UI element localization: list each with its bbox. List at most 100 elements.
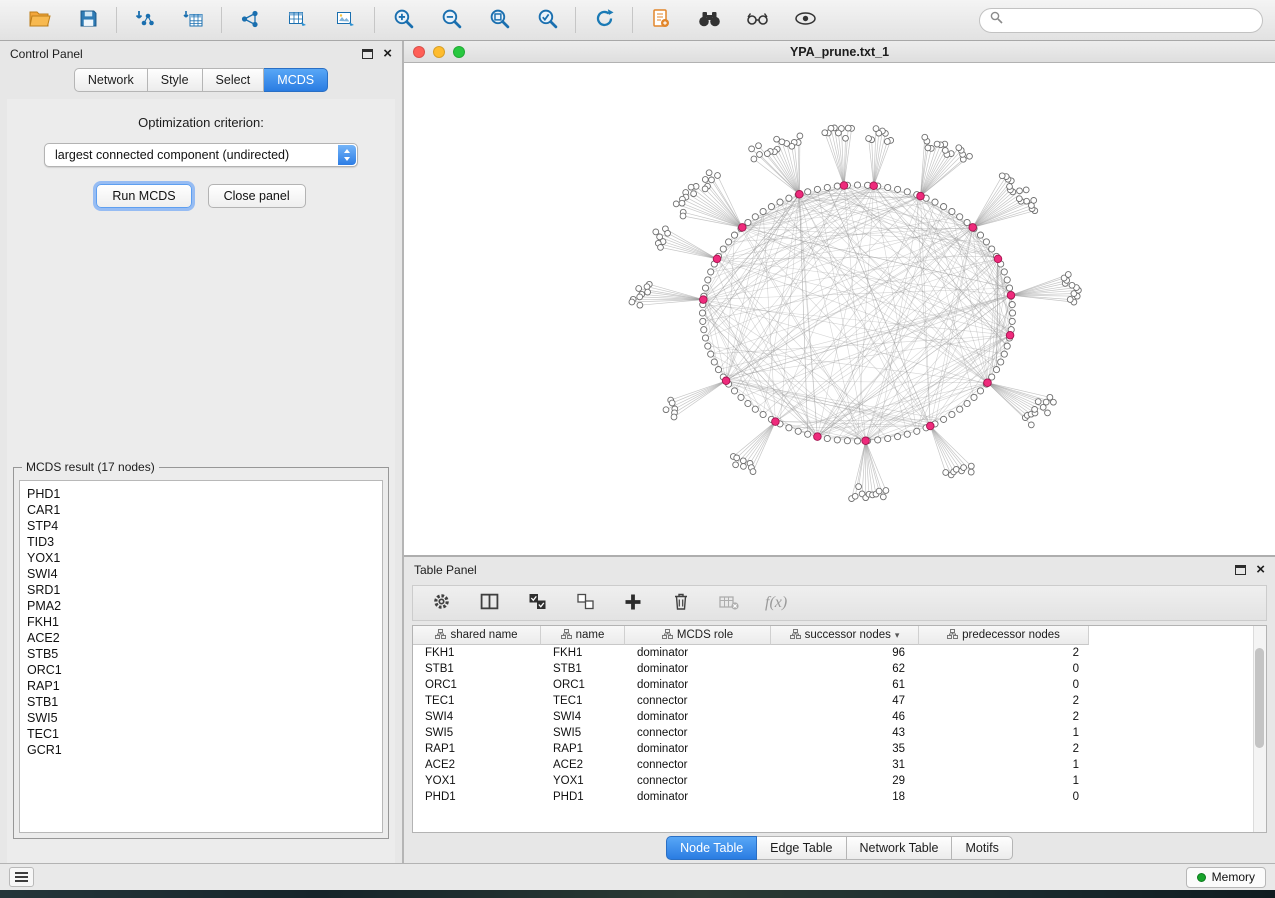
tab-style[interactable]: Style bbox=[148, 68, 203, 92]
mcds-result-item[interactable]: STB5 bbox=[27, 646, 382, 662]
image-export-icon bbox=[336, 10, 356, 31]
table-row[interactable]: FKH1 FKH1 dominator 96 2 bbox=[413, 645, 1266, 661]
select-all-icon bbox=[528, 593, 547, 613]
float-panel-button[interactable] bbox=[362, 49, 373, 59]
tab-select[interactable]: Select bbox=[203, 68, 265, 92]
network-view[interactable] bbox=[404, 63, 1275, 555]
node-table: shared name name MCDS role successo bbox=[412, 625, 1267, 833]
status-bar: Memory bbox=[0, 863, 1275, 890]
table-row[interactable]: ACE2 ACE2 connector 31 1 bbox=[413, 757, 1266, 773]
search-input[interactable] bbox=[1009, 13, 1252, 27]
mcds-tab-content: Optimization criterion: largest connecte… bbox=[7, 99, 395, 863]
delete-table-button[interactable] bbox=[717, 591, 741, 615]
show-columns-button[interactable] bbox=[477, 591, 501, 615]
mcds-result-item[interactable]: PHD1 bbox=[27, 486, 382, 502]
minimize-window-button[interactable] bbox=[433, 46, 445, 58]
zoom-out-button[interactable] bbox=[435, 5, 467, 35]
table-row[interactable]: SWI5 SWI5 connector 43 1 bbox=[413, 725, 1266, 741]
table-settings-button[interactable] bbox=[429, 591, 453, 615]
export-table-button[interactable] bbox=[282, 5, 314, 35]
mcds-result-item[interactable]: RAP1 bbox=[27, 678, 382, 694]
open-session-button[interactable] bbox=[24, 5, 56, 35]
column-header-successor-nodes[interactable]: successor nodes ▾ bbox=[771, 626, 919, 645]
save-session-button[interactable] bbox=[72, 5, 104, 35]
mcds-result-groupbox: MCDS result (17 nodes) PHD1CAR1STP4TID3Y… bbox=[13, 467, 389, 839]
zoom-in-button[interactable] bbox=[387, 5, 419, 35]
status-menu-button[interactable] bbox=[9, 867, 34, 887]
table-row[interactable]: PHD1 PHD1 dominator 18 0 bbox=[413, 789, 1266, 805]
maximize-window-button[interactable] bbox=[453, 46, 465, 58]
table-row[interactable]: SWI4 SWI4 dominator 46 2 bbox=[413, 709, 1266, 725]
add-column-button[interactable] bbox=[621, 591, 645, 615]
show-view-button[interactable] bbox=[789, 5, 821, 35]
mcds-result-item[interactable]: STB1 bbox=[27, 694, 382, 710]
hide-details-button[interactable] bbox=[741, 5, 773, 35]
table-row[interactable]: STB1 STB1 dominator 62 0 bbox=[413, 661, 1266, 677]
close-table-panel-button[interactable]: × bbox=[1256, 562, 1265, 577]
tab-mcds[interactable]: MCDS bbox=[264, 68, 328, 92]
run-mcds-button[interactable]: Run MCDS bbox=[96, 184, 191, 208]
mcds-result-item[interactable]: ORC1 bbox=[27, 662, 382, 678]
table-row[interactable]: ORC1 ORC1 dominator 61 0 bbox=[413, 677, 1266, 693]
mcds-result-item[interactable]: SWI5 bbox=[27, 710, 382, 726]
import-network-button[interactable] bbox=[129, 5, 161, 35]
criterion-dropdown[interactable]: largest connected component (undirected) bbox=[44, 143, 358, 167]
mcds-result-list[interactable]: PHD1CAR1STP4TID3YOX1SWI4SRD1PMA2FKH1ACE2… bbox=[19, 480, 383, 833]
mcds-result-item[interactable]: SRD1 bbox=[27, 582, 382, 598]
mcds-result-item[interactable]: ACE2 bbox=[27, 630, 382, 646]
column-header-shared-name[interactable]: shared name bbox=[413, 626, 541, 645]
close-window-button[interactable] bbox=[413, 46, 425, 58]
mcds-result-item[interactable]: TID3 bbox=[27, 534, 382, 550]
zoom-selected-button[interactable] bbox=[531, 5, 563, 35]
table-vertical-scrollbar[interactable] bbox=[1253, 626, 1266, 832]
export-image-button[interactable] bbox=[330, 5, 362, 35]
optimization-criterion-label: Optimization criterion: bbox=[7, 115, 395, 130]
zoom-fit-button[interactable] bbox=[483, 5, 515, 35]
dropdown-stepper-icon bbox=[338, 145, 356, 165]
mcds-result-item[interactable]: SWI4 bbox=[27, 566, 382, 582]
tab-network-table[interactable]: Network Table bbox=[847, 836, 953, 860]
column-header-predecessor-nodes[interactable]: predecessor nodes bbox=[919, 626, 1089, 645]
zoom-in-icon bbox=[393, 8, 414, 32]
tab-network[interactable]: Network bbox=[74, 68, 148, 92]
mcds-result-item[interactable]: YOX1 bbox=[27, 550, 382, 566]
mcds-result-item[interactable]: CAR1 bbox=[27, 502, 382, 518]
column-header-mcds-role[interactable]: MCDS role bbox=[625, 626, 771, 645]
copy-style-button[interactable] bbox=[645, 5, 677, 35]
memory-button[interactable]: Memory bbox=[1186, 867, 1266, 888]
mcds-result-item[interactable]: STP4 bbox=[27, 518, 382, 534]
table-row[interactable]: YOX1 YOX1 connector 29 1 bbox=[413, 773, 1266, 789]
eye-icon bbox=[794, 11, 817, 29]
search-field[interactable] bbox=[979, 8, 1263, 33]
find-button[interactable] bbox=[693, 5, 725, 35]
network-canvas-svg[interactable] bbox=[404, 63, 1275, 555]
import-table-button[interactable] bbox=[177, 5, 209, 35]
function-icon: f(x) bbox=[765, 594, 787, 612]
window-traffic-lights bbox=[413, 46, 465, 58]
table-panel-title: Table Panel bbox=[414, 563, 477, 577]
mcds-result-item[interactable]: GCR1 bbox=[27, 742, 382, 758]
scrollbar-thumb[interactable] bbox=[1255, 648, 1264, 748]
tab-motifs[interactable]: Motifs bbox=[952, 836, 1012, 860]
function-builder-button[interactable]: f(x) bbox=[765, 591, 787, 615]
refresh-layout-button[interactable] bbox=[588, 5, 620, 35]
column-header-name[interactable]: name bbox=[541, 626, 625, 645]
table-row[interactable]: TEC1 TEC1 connector 47 2 bbox=[413, 693, 1266, 709]
tab-edge-table[interactable]: Edge Table bbox=[757, 836, 846, 860]
mcds-result-item[interactable]: TEC1 bbox=[27, 726, 382, 742]
close-panel-icon-button[interactable]: × bbox=[383, 46, 392, 61]
main-toolbar bbox=[0, 0, 1275, 41]
delete-column-button[interactable] bbox=[669, 591, 693, 615]
select-all-button[interactable] bbox=[525, 591, 549, 615]
network-window: YPA_prune.txt_1 bbox=[404, 41, 1275, 557]
mcds-result-item[interactable]: FKH1 bbox=[27, 614, 382, 630]
network-titlebar: YPA_prune.txt_1 bbox=[404, 41, 1275, 63]
mcds-result-item[interactable]: PMA2 bbox=[27, 598, 382, 614]
float-table-panel-button[interactable] bbox=[1235, 565, 1246, 575]
deselect-all-button[interactable] bbox=[573, 591, 597, 615]
deselect-all-icon bbox=[576, 593, 595, 613]
new-network-button[interactable] bbox=[234, 5, 266, 35]
close-panel-button[interactable]: Close panel bbox=[208, 184, 306, 208]
tab-node-table[interactable]: Node Table bbox=[666, 836, 757, 860]
table-row[interactable]: RAP1 RAP1 dominator 35 2 bbox=[413, 741, 1266, 757]
